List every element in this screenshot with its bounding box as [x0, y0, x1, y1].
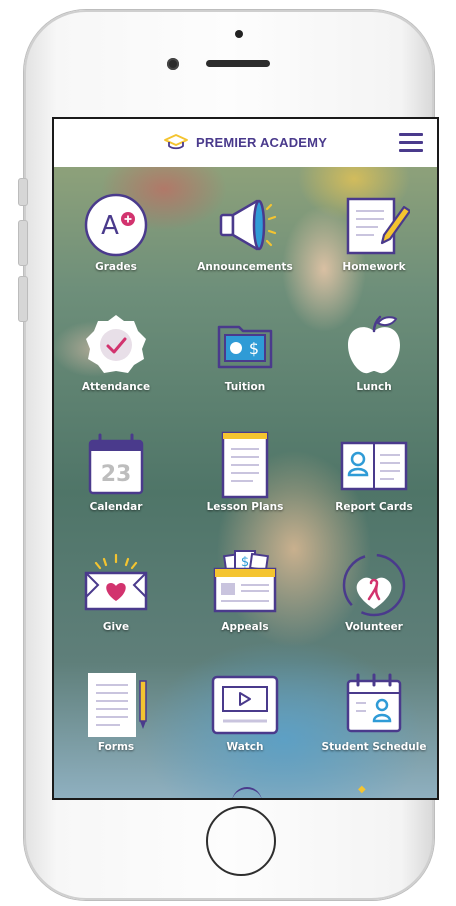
volume-up-button [18, 220, 28, 266]
tile-announcements[interactable]: Announcements [189, 189, 301, 297]
megaphone-icon [219, 199, 277, 251]
lesson-plans-icon [221, 431, 269, 499]
report-card-icon [340, 441, 408, 491]
sparkle-icon: ◆ [358, 784, 366, 795]
menu-line [399, 149, 423, 152]
tile-label: Announcements [197, 261, 293, 273]
volume-down-button [18, 276, 28, 322]
student-schedule-icon [346, 673, 402, 733]
tile-homework[interactable]: Homework [318, 189, 430, 297]
tile-label: Grades [95, 261, 137, 273]
tile-calendar[interactable]: 23 Calendar [60, 429, 172, 537]
give-heart-icon [84, 553, 148, 611]
app-screen: PREMIER ACADEMY A Grades Announcements H… [52, 117, 439, 800]
tile-student-schedule[interactable]: Student Schedule [318, 669, 430, 777]
graduation-cap-icon [164, 134, 188, 150]
proximity-sensor [235, 30, 243, 38]
brand-title: PREMIER ACADEMY [196, 134, 328, 150]
tile-report-cards[interactable]: Report Cards [318, 429, 430, 537]
app-header: PREMIER ACADEMY [54, 119, 437, 167]
tile-label: Attendance [81, 381, 151, 393]
tile-label: Lesson Plans [206, 501, 284, 513]
tuition-dollar-sign: $ [249, 339, 259, 358]
tile-volunteer[interactable]: Volunteer [318, 549, 430, 657]
tile-attendance[interactable]: Attendance [60, 309, 172, 417]
tile-label: Watch [226, 741, 264, 753]
tile-label: Report Cards [335, 501, 413, 513]
appeals-icon: $ [213, 550, 277, 613]
tile-lunch[interactable]: Lunch [318, 309, 430, 417]
hamburger-menu-button[interactable] [399, 133, 423, 153]
forms-icon [88, 673, 147, 737]
earpiece-speaker [206, 60, 270, 67]
tile-label: Calendar [89, 501, 143, 513]
tile-label: Homework [342, 261, 406, 273]
hamburger-menu-icon [399, 133, 423, 136]
tile-give[interactable]: Give [60, 549, 172, 657]
watch-video-icon [211, 675, 279, 735]
apple-icon [348, 315, 400, 374]
tile-label: Tuition [224, 381, 266, 393]
svg-text:A: A [101, 211, 119, 241]
tile-label: Appeals [221, 621, 269, 633]
tile-watch[interactable]: Watch [189, 669, 301, 777]
homework-icon [346, 197, 410, 255]
tile-forms[interactable]: Forms [60, 669, 172, 777]
attendance-badge-icon [86, 315, 146, 373]
tile-lesson-plans[interactable]: Lesson Plans [189, 429, 301, 537]
tile-label: Student Schedule [321, 741, 427, 753]
calendar-date-number: 23 [101, 462, 132, 487]
tile-grades[interactable]: A Grades [60, 189, 172, 297]
tile-label: Lunch [356, 381, 392, 393]
calendar-icon: 23 [88, 433, 144, 495]
brand-logo[interactable]: PREMIER ACADEMY [164, 133, 327, 151]
tile-label: Forms [97, 741, 135, 753]
mute-switch [18, 178, 28, 206]
volunteer-ribbon-icon [342, 553, 406, 617]
grades-icon: A [84, 193, 148, 257]
tile-label: Give [102, 621, 130, 633]
tile-label: Volunteer [345, 621, 403, 633]
tile-appeals[interactable]: $ Appeals [189, 549, 301, 657]
tuition-wallet-icon: $ [217, 325, 273, 369]
front-camera [167, 58, 179, 70]
menu-line [399, 141, 423, 144]
tile-tuition[interactable]: $ Tuition [189, 309, 301, 417]
home-button[interactable] [206, 806, 276, 876]
